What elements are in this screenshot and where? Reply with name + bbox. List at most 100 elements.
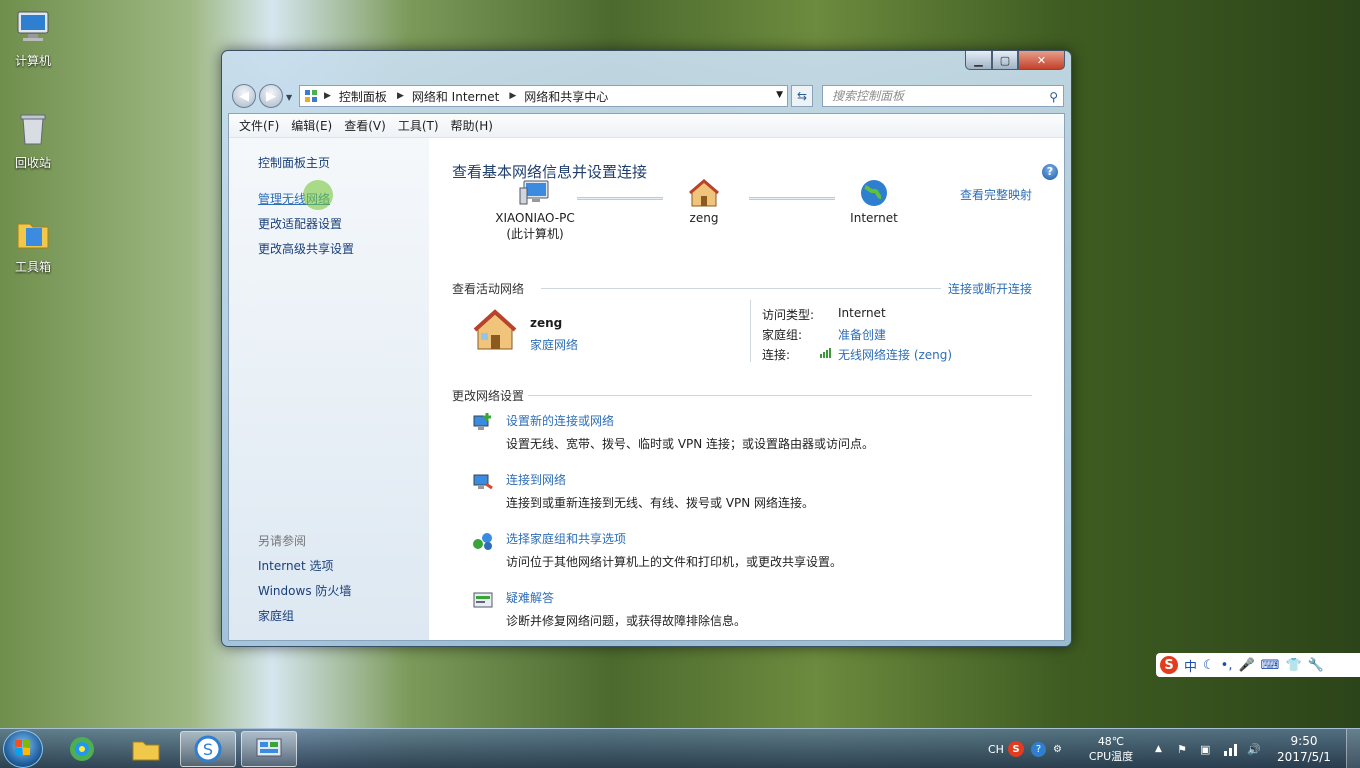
map-link-line (577, 197, 663, 200)
tray-sogou-icon[interactable]: S (1008, 729, 1024, 768)
refresh-button[interactable]: ⇆ (791, 85, 813, 107)
breadcrumb-control-panel[interactable]: 控制面板 (339, 88, 387, 105)
map-node-this-pc[interactable]: XIAONIAO-PC (此计算机) (485, 178, 585, 242)
sidebar-homegroup[interactable]: 家庭组 (258, 607, 294, 624)
connection-label: 连接: (762, 348, 791, 362)
help-icon[interactable]: ? (1042, 164, 1058, 180)
search-input[interactable]: 搜索控制面板 ⚲ (822, 85, 1064, 107)
breadcrumb-separator-icon: ▶ (396, 91, 404, 101)
address-dropdown-icon[interactable]: ▼ (776, 90, 783, 100)
network-type-link[interactable]: 家庭网络 (530, 336, 578, 353)
ime-toolbar[interactable]: S 中 ☾ •, 🎤 ⌨ 👕 🔧 (1156, 653, 1360, 677)
sidebar-control-panel-home[interactable]: 控制面板主页 (258, 154, 330, 171)
clock-date: 2017/5/1 (1277, 750, 1331, 764)
main-panel: ? 查看基本网络信息并设置连接 查看完整映射 XIAONIAO-PC (此计算机… (429, 138, 1064, 640)
taskbar-explorer[interactable] (118, 731, 174, 767)
task-title-troubleshoot[interactable]: 疑难解答 (506, 589, 554, 606)
tools-icon[interactable]: 🔧 (1308, 658, 1324, 673)
connect-disconnect-link[interactable]: 连接或断开连接 (948, 280, 1032, 297)
desktop-icon-recycle-bin[interactable]: 回收站 (4, 110, 62, 171)
network-sharing-center-window: ▁ ▢ ✕ ◀ ▶ ▼ ▶ 控制面板 ▶ 网络和 Internet ▶ 网络和共… (221, 50, 1072, 647)
menu-file[interactable]: 文件(F) (233, 117, 285, 134)
moon-icon[interactable]: ☾ (1203, 658, 1215, 673)
skin-icon[interactable]: 👕 (1285, 658, 1301, 673)
menu-help[interactable]: 帮助(H) (445, 117, 499, 134)
taskbar-sogou[interactable]: S (180, 731, 236, 767)
search-icon[interactable]: ⚲ (1049, 87, 1058, 107)
volume-icon[interactable]: 🔊 (1247, 729, 1261, 768)
windows-logo-icon (15, 740, 30, 755)
homegroup-link[interactable]: 准备创建 (838, 326, 886, 343)
desktop-icon-toolbox[interactable]: 工具箱 (4, 214, 62, 275)
breadcrumb-separator-icon: ▶ (324, 91, 331, 101)
cpu-temp-widget[interactable]: 48℃ CPU温度 (1080, 729, 1142, 768)
sidebar-see-also-header: 另请参阅 (258, 534, 307, 548)
full-map-link[interactable]: 查看完整映射 (960, 186, 1032, 203)
close-button[interactable]: ✕ (1018, 51, 1065, 70)
ime-mode-label[interactable]: 中 (1184, 656, 1197, 675)
tray-ime-settings-icon[interactable]: ⚙ (1053, 729, 1062, 768)
breadcrumb-network-center[interactable]: 网络和共享中心 (524, 88, 608, 105)
taskbar-network-center[interactable] (241, 731, 297, 767)
action-center-flag-icon[interactable]: ⚑ (1177, 729, 1187, 768)
menu-bar: 文件(F) 编辑(E) 查看(V) 工具(T) 帮助(H) (229, 114, 1064, 138)
punctuation-icon[interactable]: •, (1221, 658, 1233, 673)
svg-text:S: S (203, 740, 213, 759)
mouse-cursor-highlight (303, 180, 333, 210)
start-button[interactable] (3, 730, 43, 768)
access-type-label: 访问类型: (762, 308, 815, 322)
microphone-icon[interactable]: 🎤 (1238, 658, 1254, 673)
menu-view[interactable]: 查看(V) (338, 117, 392, 134)
back-button[interactable]: ◀ (232, 84, 256, 108)
desktop-icon-label: 回收站 (14, 156, 51, 170)
menu-edit[interactable]: 编辑(E) (285, 117, 338, 134)
minimize-button[interactable]: ▁ (965, 51, 992, 70)
cpu-temp-value: 48℃ (1097, 735, 1125, 748)
sidebar-adapter-settings[interactable]: 更改适配器设置 (258, 215, 342, 232)
map-node-sub: (此计算机) (506, 227, 564, 241)
menu-tools[interactable]: 工具(T) (392, 117, 445, 134)
computer-icon (17, 11, 49, 41)
wireless-connection-link[interactable]: 无线网络连接 (zeng) (838, 346, 952, 363)
sidebar-advanced-sharing[interactable]: 更改高级共享设置 (258, 240, 354, 257)
tray-help-icon[interactable]: ? (1031, 729, 1046, 768)
task-title-connect[interactable]: 连接到网络 (506, 471, 566, 488)
desktop-icon-label: 计算机 (14, 54, 51, 68)
sogou-icon: S (194, 735, 222, 763)
language-indicator[interactable]: CH (988, 729, 1004, 768)
map-node-network[interactable]: zeng (669, 178, 739, 225)
keyboard-icon[interactable]: ⌨ (1261, 658, 1280, 673)
active-network-name: zeng (530, 316, 563, 330)
control-panel-icon (305, 90, 317, 102)
divider (541, 288, 941, 289)
breadcrumb-network-internet[interactable]: 网络和 Internet (412, 88, 499, 105)
troubleshoot-icon (473, 592, 493, 608)
network-center-icon (256, 738, 282, 757)
show-hidden-icons-button[interactable]: ▲ (1155, 729, 1162, 768)
address-bar[interactable]: ▶ 控制面板 ▶ 网络和 Internet ▶ 网络和共享中心 ▼ (299, 85, 788, 107)
task-desc: 设置无线、宽带、拨号、临时或 VPN 连接；或设置路由器或访问点。 (506, 437, 875, 451)
forward-button[interactable]: ▶ (259, 84, 283, 108)
safely-remove-icon[interactable]: ▣ (1200, 729, 1210, 768)
caption-buttons: ▁ ▢ ✕ (965, 51, 1065, 70)
network-signal-icon[interactable] (1223, 729, 1239, 768)
map-link-line (749, 197, 835, 200)
show-desktop-button[interactable] (1346, 729, 1360, 768)
clock[interactable]: 9:50 2017/5/1 (1277, 729, 1331, 768)
desktop-icon-computer[interactable]: 计算机 (4, 8, 62, 69)
sidebar-internet-options[interactable]: Internet 选项 (258, 557, 333, 574)
folder-icon (132, 741, 160, 761)
map-node-internet[interactable]: Internet (839, 178, 909, 225)
active-networks-header: 查看活动网络 (452, 282, 525, 296)
sidebar-windows-firewall[interactable]: Windows 防火墙 (258, 582, 351, 599)
close-icon: ✕ (1036, 53, 1047, 67)
task-title-homegroup[interactable]: 选择家庭组和共享选项 (506, 530, 626, 547)
map-node-name: zeng (689, 211, 719, 225)
task-title-new-connection[interactable]: 设置新的连接或网络 (506, 412, 614, 429)
new-connection-icon (473, 413, 491, 430)
history-dropdown[interactable]: ▼ (286, 93, 292, 102)
taskbar-app-360[interactable] (54, 731, 110, 767)
minimize-icon: ▁ (974, 53, 983, 67)
app-360-icon (70, 737, 94, 761)
maximize-button[interactable]: ▢ (992, 51, 1018, 70)
